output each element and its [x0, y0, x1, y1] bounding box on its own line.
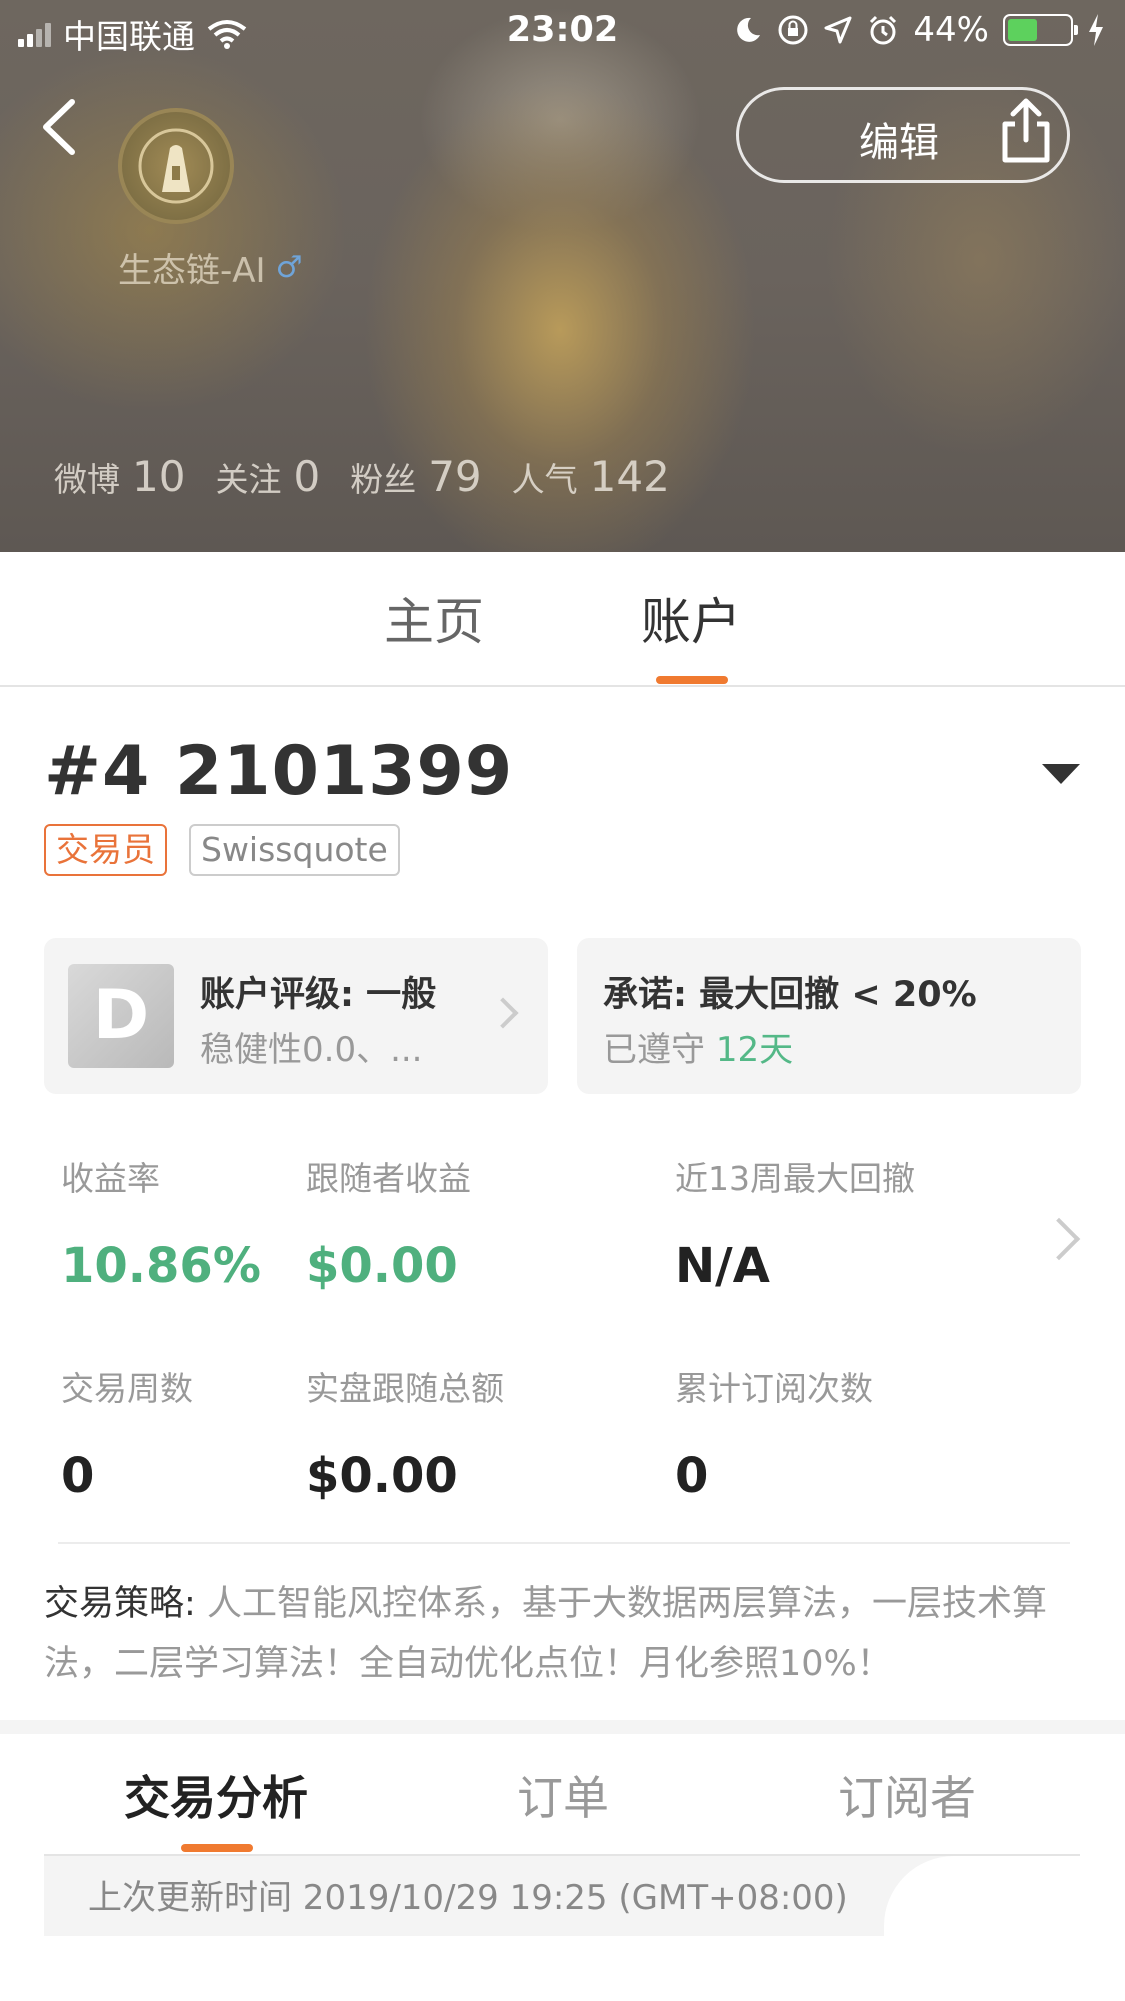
- status-bar: 中国联通 23:02 44%: [0, 0, 1125, 60]
- last-update-text: 上次更新时间 2019/10/29 19:25 (GMT+08:00): [88, 1878, 848, 1918]
- alarm-icon: [870, 15, 897, 45]
- tab-home[interactable]: 主页: [384, 582, 484, 654]
- metric-subscriptions: 累计订阅次数 0: [675, 1369, 873, 1504]
- edit-button[interactable]: 编辑: [859, 110, 939, 168]
- orientation-lock-icon: [778, 15, 808, 45]
- tab-subscribers[interactable]: 订阅者: [838, 1762, 976, 1828]
- profile-username: 生态链-AI ♂: [118, 250, 303, 291]
- promise-subtitle: 已遵守 12天: [603, 1030, 794, 1070]
- back-chevron-icon[interactable]: [36, 92, 86, 162]
- broker-badge: Swissquote: [189, 824, 400, 876]
- tab-account[interactable]: 账户: [641, 582, 741, 654]
- promise-days: 12天: [715, 1030, 794, 1070]
- rating-title: 账户评级: 一般: [200, 975, 437, 1015]
- metric-trading-weeks: 交易周数 0: [61, 1369, 193, 1504]
- promise-title: 承诺: 最大回撤 < 20%: [603, 975, 977, 1015]
- stat-weibo[interactable]: 微博 10: [54, 452, 185, 501]
- promise-card: 承诺: 最大回撤 < 20% 已遵守 12天: [577, 938, 1081, 1094]
- stat-following[interactable]: 关注 0: [215, 452, 320, 501]
- account-number: #4 2101399: [44, 732, 514, 811]
- chevron-right-icon: [487, 997, 519, 1029]
- metric-return-rate: 收益率 10.86%: [61, 1159, 261, 1294]
- avatar-logo-icon: [138, 128, 214, 204]
- metric-live-follow-total: 实盘跟随总额 $0.00: [306, 1369, 504, 1504]
- section-gap: [0, 1720, 1125, 1734]
- main-tab-bar: 主页 账户: [0, 552, 1125, 687]
- battery-icon: [1003, 14, 1078, 46]
- location-icon: [824, 16, 852, 44]
- stat-followers[interactable]: 粉丝 79: [350, 452, 481, 501]
- rating-subtitle: 稳健性0.0、...: [200, 1030, 423, 1070]
- chevron-right-icon[interactable]: [1037, 1217, 1081, 1261]
- share-icon[interactable]: [991, 94, 1061, 174]
- charging-bolt-icon: [1089, 14, 1103, 46]
- active-subtab-indicator: [181, 1844, 253, 1852]
- profile-header: 中国联通 23:02 44% 生态链-AI ♂ 编辑 微博 10 关注 0 粉丝…: [0, 0, 1125, 552]
- trader-badge: 交易员: [44, 824, 167, 876]
- strategy-label: 交易策略:: [44, 1584, 196, 1624]
- edit-share-pill: 编辑: [736, 87, 1070, 183]
- tab-trade-analysis[interactable]: 交易分析: [124, 1762, 308, 1828]
- trading-strategy: 交易策略: 人工智能风控体系，基于大数据两层算法，一层技术算法，二层学习算法！全…: [44, 1574, 1084, 1694]
- stat-popularity[interactable]: 人气 142: [512, 452, 670, 501]
- account-rating-card[interactable]: D 账户评级: 一般 稳健性0.0、...: [44, 938, 548, 1094]
- grade-badge: D: [68, 964, 174, 1068]
- battery-percent: 44%: [913, 10, 989, 50]
- divider: [58, 1542, 1070, 1544]
- moon-icon: [737, 17, 761, 42]
- tab-orders[interactable]: 订单: [517, 1762, 609, 1828]
- metric-follower-profit: 跟随者收益 $0.00: [306, 1159, 471, 1294]
- active-tab-indicator: [656, 676, 728, 684]
- last-update-bar: 上次更新时间 2019/10/29 19:25 (GMT+08:00): [44, 1856, 1084, 1938]
- avatar[interactable]: [118, 108, 234, 224]
- male-gender-icon: ♂: [275, 250, 303, 285]
- metric-max-drawdown[interactable]: 近13周最大回撤 N/A: [675, 1152, 915, 1294]
- profile-stats: 微博 10 关注 0 粉丝 79 人气 142: [54, 452, 700, 501]
- account-dropdown-icon[interactable]: [1042, 764, 1080, 784]
